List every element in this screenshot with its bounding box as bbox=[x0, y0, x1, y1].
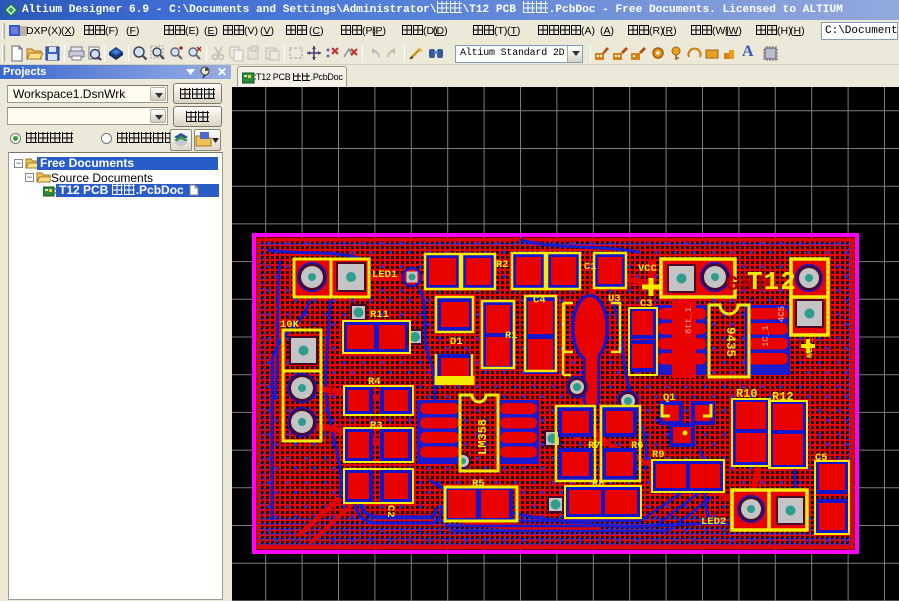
svg-text:4C5_: 4C5_ bbox=[777, 300, 787, 322]
svg-text:LED1: LED1 bbox=[372, 269, 397, 281]
svg-text:Q1: Q1 bbox=[663, 392, 676, 404]
svg-text:LED2: LED2 bbox=[701, 516, 726, 528]
svg-text:R8: R8 bbox=[592, 478, 605, 490]
svg-text:LM358: LM358 bbox=[476, 419, 490, 455]
svg-text:C2: C2 bbox=[384, 505, 396, 518]
svg-text:C5: C5 bbox=[815, 452, 828, 464]
svg-text:R3: R3 bbox=[370, 420, 383, 432]
svg-text:8tt_1: 8tt_1 bbox=[684, 306, 694, 334]
svg-text:NEC_1: NEC_1 bbox=[805, 332, 815, 358]
svg-text:R1: R1 bbox=[505, 330, 518, 342]
svg-text:VCC: VCC bbox=[638, 263, 658, 275]
svg-text:D1: D1 bbox=[450, 336, 463, 348]
svg-text:R6: R6 bbox=[631, 440, 644, 452]
svg-text:9435: 9435 bbox=[723, 327, 737, 357]
svg-text:1C_1: 1C_1 bbox=[761, 325, 771, 347]
svg-text:R2: R2 bbox=[496, 259, 509, 271]
svg-text:R11: R11 bbox=[370, 309, 389, 321]
